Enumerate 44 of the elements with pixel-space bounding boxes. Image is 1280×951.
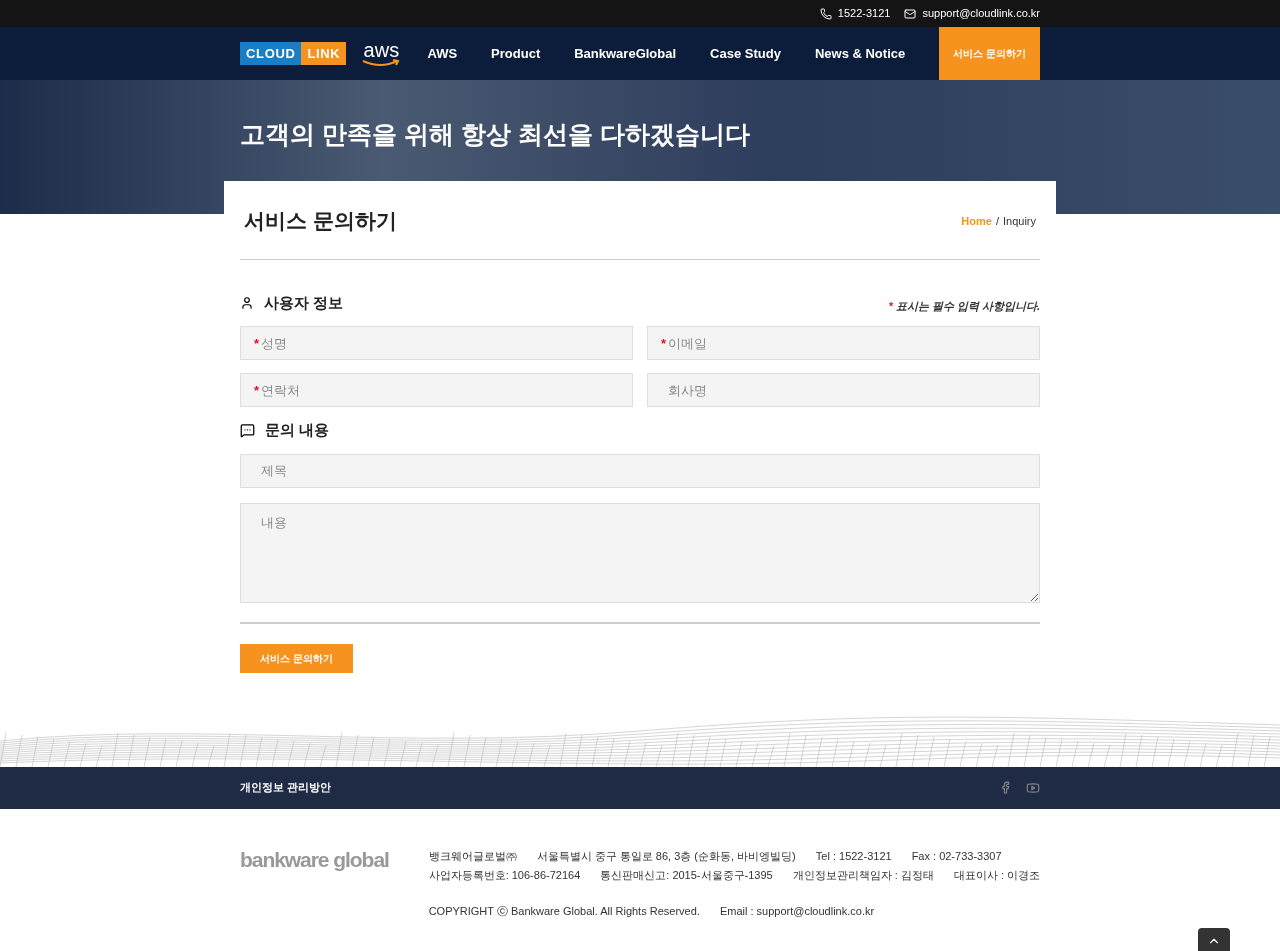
- aws-logo: aws: [362, 40, 401, 67]
- input-field[interactable]: *이메일: [647, 326, 1040, 360]
- nav-item[interactable]: Case Study: [693, 27, 798, 80]
- facebook-icon[interactable]: [999, 780, 1012, 794]
- required-mark: *: [254, 382, 260, 400]
- nav-item[interactable]: News & Notice: [797, 27, 923, 80]
- section-title: 사용자 정보: [264, 292, 344, 313]
- page-title: 서비스 문의하기: [244, 208, 397, 234]
- required-mark: *: [254, 335, 260, 353]
- input-field[interactable]: 제목: [240, 453, 1040, 488]
- bankware-logo: bankware global: [240, 846, 390, 873]
- footer-email: Email : support@cloudlink.co.kr: [719, 903, 875, 919]
- nav-item[interactable]: AWS: [410, 27, 475, 80]
- company-info: 대표이사 : 이경조: [953, 867, 1040, 883]
- section-title: 문의 내용: [265, 420, 330, 440]
- input-field[interactable]: *성명: [240, 326, 633, 360]
- input-field[interactable]: *연락처: [240, 373, 633, 407]
- phone-icon: [819, 7, 832, 20]
- breadcrumb-item[interactable]: Inquiry: [1002, 212, 1036, 229]
- user-icon: [240, 295, 254, 310]
- company-info: Fax : 02-733-3307: [911, 848, 1002, 864]
- company-info: 개인정보관리책임자 : 김정태: [792, 867, 934, 883]
- copyright: COPYRIGHT ⓒ Bankware Global. All Rights Reserved.: [428, 903, 700, 919]
- phone-number: 1522-3121: [837, 6, 891, 22]
- required-mark: *: [661, 335, 667, 353]
- email-link[interactable]: support@cloudlink.co.kr: [922, 5, 1040, 22]
- required-note: 표시는 필수 입력 사항입니다.: [895, 298, 1040, 314]
- hero-title: 고객의 만족을 위해 항상 최선을 다하겠습니다: [240, 119, 751, 150]
- required-mark: *: [888, 298, 893, 314]
- youtube-icon[interactable]: [1026, 780, 1040, 795]
- company-info: 사업자등록번호: 106-86-72164: [428, 867, 581, 883]
- company-info: 뱅크웨어글로벌㈜: [428, 848, 517, 864]
- breadcrumb-separator: /: [995, 213, 999, 229]
- nav-item[interactable]: Product: [474, 27, 558, 80]
- company-info: 서울특별시 중구 통일로 86, 3층 (순화동, 바비엥빌딩): [536, 848, 796, 864]
- company-info: 통신판매신고: 2015-서울중구-1395: [600, 867, 773, 883]
- company-info: Tel : 1522-3121: [815, 848, 892, 864]
- input-field[interactable]: 회사명: [647, 373, 1040, 407]
- message-field[interactable]: 내용: [240, 502, 1040, 603]
- scroll-top-button[interactable]: [1198, 928, 1230, 951]
- chat-icon: [240, 422, 255, 438]
- nav-item[interactable]: BankwareGlobal: [557, 27, 694, 80]
- mail-icon: [904, 7, 917, 20]
- privacy-policy-link[interactable]: 개인정보 관리방안: [240, 779, 332, 796]
